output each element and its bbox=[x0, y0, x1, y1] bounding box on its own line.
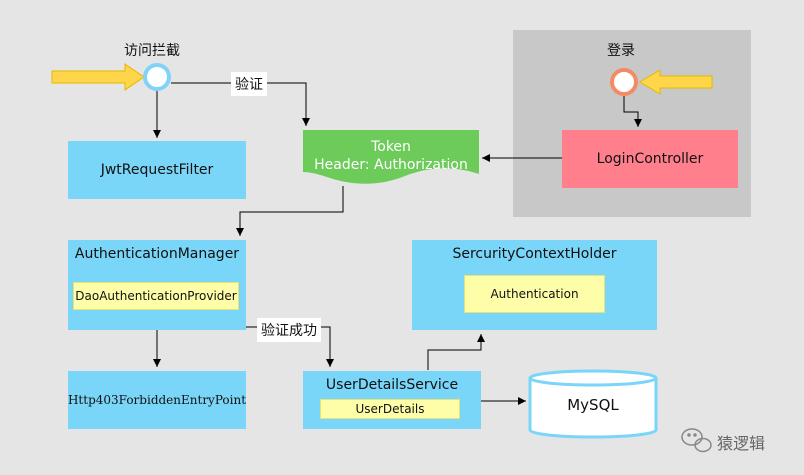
verify-success-label: 验证成功 bbox=[257, 318, 321, 342]
jwt-request-filter-label: JwtRequestFilter bbox=[100, 162, 214, 178]
entry-arrow bbox=[51, 63, 145, 91]
authentication-manager-label: AuthenticationManager bbox=[74, 246, 240, 262]
authentication-label: Authentication bbox=[490, 287, 579, 301]
authentication-node: Authentication bbox=[464, 275, 605, 313]
authentication-manager-node: AuthenticationManager DaoAuthenticationP… bbox=[68, 240, 246, 330]
login-circle bbox=[610, 68, 638, 96]
forbidden-entry-point-label: Http403ForbiddenEntryPoint bbox=[67, 393, 247, 407]
user-details-label: UserDetails bbox=[355, 402, 425, 416]
token-node: Token Header: Authorization bbox=[303, 138, 479, 174]
verify-label: 验证 bbox=[231, 72, 267, 96]
connector-uds-context bbox=[427, 334, 485, 370]
token-header: Header: Authorization bbox=[314, 157, 468, 173]
intercept-label: 访问拦截 bbox=[124, 43, 180, 59]
user-details-service-label: UserDetailsService bbox=[325, 377, 459, 393]
security-context-holder-label: SercurityContextHolder bbox=[452, 246, 617, 262]
watermark-text: 猿逻辑 bbox=[717, 434, 766, 453]
wechat-icon bbox=[681, 428, 712, 453]
user-details-service-node: UserDetailsService UserDetails bbox=[303, 371, 481, 429]
login-controller-node: LoginController bbox=[562, 130, 738, 188]
user-details-node: UserDetails bbox=[320, 399, 460, 419]
jwt-request-filter-node: JwtRequestFilter bbox=[68, 141, 246, 199]
dao-authentication-provider-label: DaoAuthenticationProvider bbox=[75, 289, 237, 303]
forbidden-entry-point-node: Http403ForbiddenEntryPoint bbox=[68, 371, 246, 429]
login-controller-label: LoginController bbox=[596, 151, 704, 167]
dao-authentication-provider-node: DaoAuthenticationProvider bbox=[73, 282, 239, 310]
mysql-label: MySQL bbox=[567, 396, 619, 414]
intercept-circle bbox=[143, 63, 171, 91]
connector-token-authmanager bbox=[236, 186, 344, 236]
token-title: Token bbox=[371, 139, 411, 155]
login-label: 登录 bbox=[607, 43, 635, 59]
security-context-holder-node: SercurityContextHolder Authentication bbox=[412, 240, 657, 330]
